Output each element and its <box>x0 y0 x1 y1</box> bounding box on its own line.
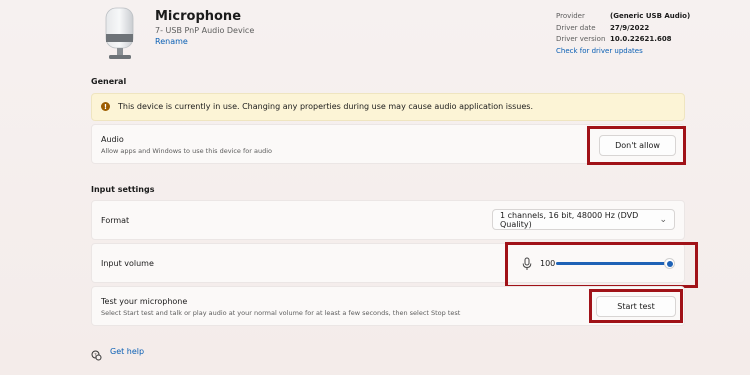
provider-key: Provider <box>556 12 585 20</box>
driver-date-key: Driver date <box>556 23 596 32</box>
driver-version-value: 10.0.22621.608 <box>610 35 672 43</box>
format-dropdown[interactable]: 1 channels, 16 bit, 48000 Hz (DVD Qualit… <box>492 209 675 230</box>
warning-text: This device is currently in use. Changin… <box>118 102 533 111</box>
volume-slider-track[interactable] <box>556 262 670 265</box>
dont-allow-button[interactable]: Don't allow <box>599 135 676 156</box>
volume-value: 100 <box>540 259 556 268</box>
microphone-icon[interactable] <box>522 256 532 270</box>
get-help-link[interactable]: Get help <box>110 347 144 356</box>
format-selected-value: 1 channels, 16 bit, 48000 Hz (DVD Qualit… <box>500 210 639 229</box>
driver-properties: Provider (Generic USB Audio) Driver date… <box>556 11 690 57</box>
audio-description: Allow apps and Windows to use this devic… <box>101 147 273 155</box>
test-microphone-description: Select Start test and talk or play audio… <box>101 309 461 317</box>
device-name: Microphone <box>155 9 242 24</box>
general-heading: General <box>91 77 127 86</box>
start-test-button[interactable]: Start test <box>596 296 676 317</box>
rename-link[interactable]: Rename <box>155 37 188 46</box>
driver-date-value: 27/9/2022 <box>610 23 650 32</box>
help-chat-icon[interactable]: ? <box>91 346 102 361</box>
test-microphone-title: Test your microphone <box>101 297 188 306</box>
microphone-device-icon <box>100 6 140 62</box>
check-driver-updates-link[interactable]: Check for driver updates <box>556 46 643 58</box>
provider-value: (Generic USB Audio) <box>610 12 691 20</box>
input-settings-heading: Input settings <box>91 185 155 194</box>
audio-row <box>91 124 685 164</box>
device-subtitle: 7- USB PnP Audio Device <box>155 26 255 35</box>
driver-version-key: Driver version <box>556 35 606 43</box>
format-label: Format <box>101 216 130 225</box>
input-volume-label: Input volume <box>101 259 154 268</box>
audio-title: Audio <box>101 135 124 144</box>
info-icon: ! <box>101 102 110 111</box>
volume-slider-thumb[interactable] <box>664 258 675 269</box>
chevron-down-icon: ⌄ <box>659 214 667 225</box>
